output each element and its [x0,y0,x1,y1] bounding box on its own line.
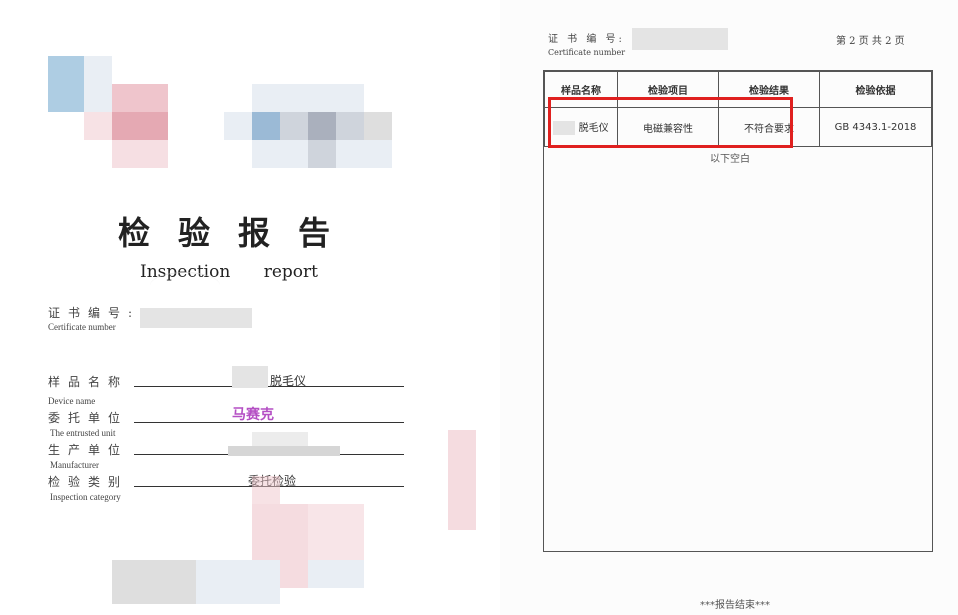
blurred-logo-fragment [112,140,168,168]
device-name-label: 样品名称 [48,375,129,389]
blurred-logo-fragment [48,56,84,84]
manufacturer-redacted [228,446,340,456]
entrusted-unit-value: 马赛克 [232,407,274,423]
inspection-category-label-en: Inspection category [50,492,121,502]
blurred-logo-fragment [84,56,112,84]
blurred-header-fragment [280,112,308,140]
device-name-underline [134,386,404,387]
device-name-redacted [232,366,268,388]
cert-number-redacted [632,28,728,50]
cert-number-label: 证书编号: [48,306,141,320]
report-cover-page: 检验报告 Inspection report 证书编号: Certificate… [0,0,490,615]
entrusted-unit-label: 委托单位 [48,411,129,425]
report-title-cn: 检验报告 [118,214,359,252]
manufacturer-redacted [252,432,308,446]
blurred-edge-fragment [448,430,476,530]
cert-number-label-en: Certificate number [48,322,116,332]
blurred-header-fragment [252,84,308,112]
blurred-seal-fragment [252,476,280,504]
blurred-bottom-fragment [112,560,196,604]
report-end-note: ***报告结束*** [700,600,770,611]
faint-stamp-mark [150,272,220,299]
blurred-header-fragment [308,112,336,140]
manufacturer-label-en: Manufacturer [50,460,99,470]
blurred-header-fragment [308,140,336,168]
blurred-bottom-fragment [308,560,364,588]
blurred-logo-fragment [48,84,84,112]
blurred-seal-fragment [308,504,364,560]
blurred-bottom-fragment [280,560,308,588]
blurred-logo-fragment [112,112,168,140]
blurred-logo-fragment [84,84,112,112]
page-info: 第 2 页 共 2 页 [836,36,905,47]
inspection-category-label: 检验类别 [48,475,129,489]
entrusted-unit-label-en: The entrusted unit [50,428,116,438]
cert-number-label-en: Certificate number [548,48,626,57]
device-name-label-en: Device name [48,396,96,406]
manufacturer-label: 生产单位 [48,443,129,457]
blurred-header-fragment [252,112,280,140]
blank-below-note: 以下空白 [710,154,750,165]
highlight-box [548,97,793,148]
header-test-basis: 检验依据 [819,71,932,108]
blurred-header-fragment [364,112,392,140]
blurred-logo-fragment [112,84,168,112]
blurred-bottom-fragment [196,560,280,604]
blurred-header-fragment [336,112,364,140]
blurred-header-fragment [224,112,252,140]
blurred-header-fragment [336,140,392,168]
cert-number-redacted [140,308,252,328]
blurred-header-fragment [252,140,308,168]
blurred-header-fragment [308,84,364,112]
cell-test-basis: GB 4343.1-2018 [819,107,932,147]
device-name-value: 脱毛仪 [270,374,307,388]
report-result-page: 证 书 编 号: Certificate number 第 2 页 共 2 页 … [500,0,958,615]
blurred-seal-fragment [252,504,308,560]
cert-number-label: 证 书 编 号: [548,34,625,45]
blurred-logo-fragment [84,112,112,140]
